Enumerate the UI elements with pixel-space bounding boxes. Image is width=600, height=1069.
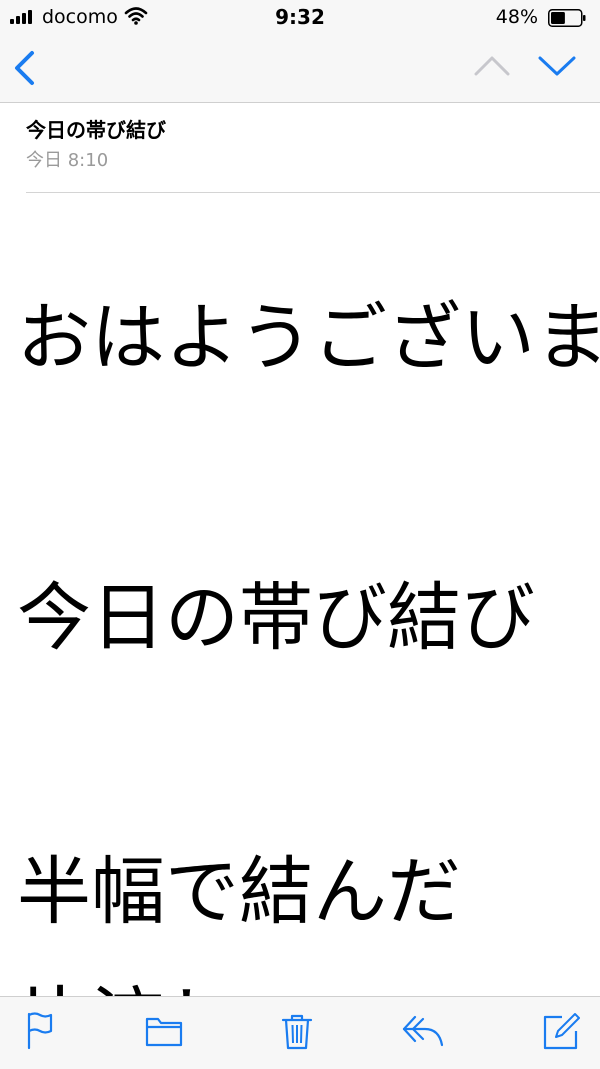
body-line-greeting: おはようございます xyxy=(17,295,600,381)
folder-icon[interactable] xyxy=(145,1011,183,1051)
flag-icon[interactable] xyxy=(24,1011,56,1051)
body-line-description: 半幅で結んだ xyxy=(17,849,461,935)
chevron-up-icon[interactable] xyxy=(474,54,510,78)
battery-percentage: 48% xyxy=(495,6,538,28)
body-line-subject: 今日の帯び結び xyxy=(17,575,535,661)
battery-icon xyxy=(548,9,586,27)
chevron-left-icon[interactable] xyxy=(12,50,38,86)
email-body: おはようございます 今日の帯び結び 半幅で結んだ 片流し xyxy=(0,192,600,996)
email-date: 今日 8:10 xyxy=(26,150,109,171)
navigation-bar xyxy=(0,36,600,103)
email-header: 今日の帯び結び 今日 8:10 xyxy=(26,112,600,193)
trash-icon[interactable] xyxy=(280,1011,314,1051)
compose-icon[interactable] xyxy=(542,1011,582,1051)
chevron-down-icon[interactable] xyxy=(538,54,576,78)
bottom-toolbar xyxy=(0,996,600,1069)
status-bar: docomo 9:32 48% xyxy=(0,0,600,36)
body-line-style: 片流し xyxy=(17,962,239,996)
email-subject: 今日の帯び結び xyxy=(26,118,166,142)
reply-icon[interactable] xyxy=(401,1011,445,1051)
